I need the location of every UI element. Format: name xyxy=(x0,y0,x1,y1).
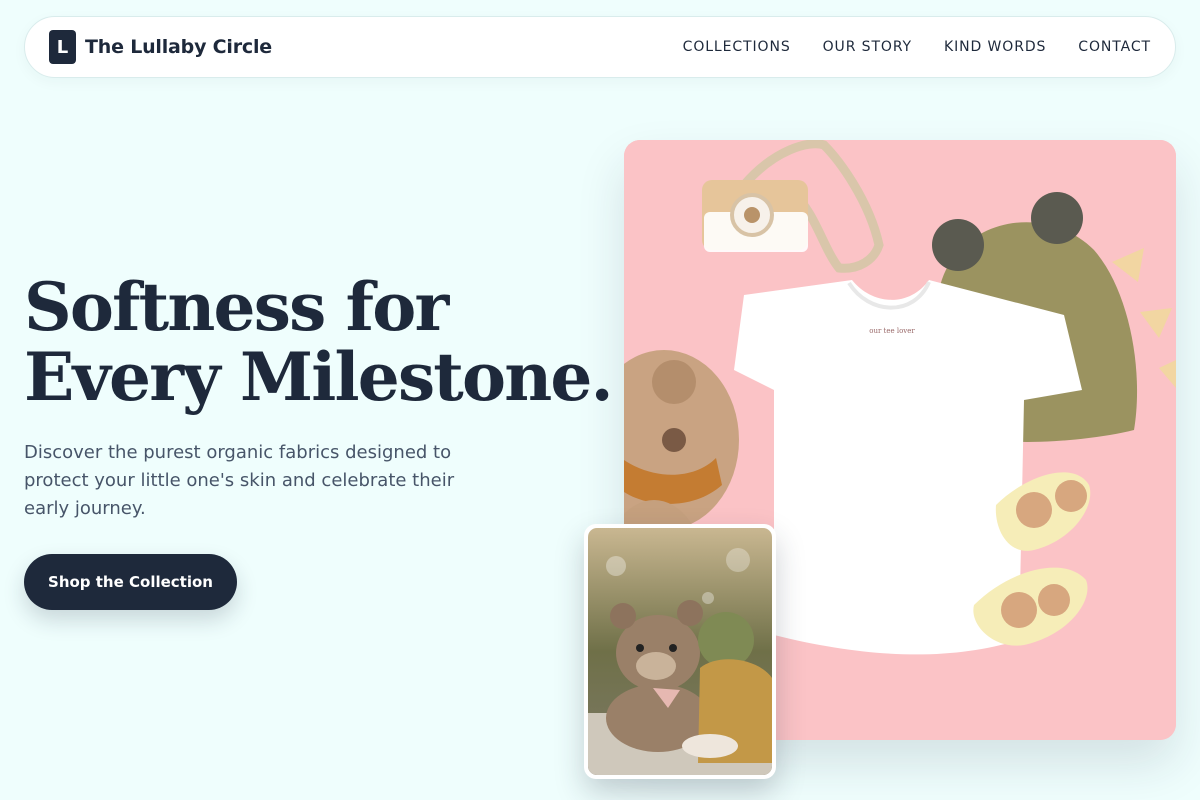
hero-subtitle: Discover the purest organic fabrics desi… xyxy=(24,442,455,519)
top-navigation-bar: L The Lullaby Circle COLLECTIONS OUR STO… xyxy=(24,16,1176,78)
hero-title: Softness for Every Milestone. xyxy=(24,268,614,416)
baby-with-teddy-photo-frame xyxy=(588,528,772,775)
brand-logo-icon: L xyxy=(49,30,76,64)
shop-collection-button[interactable]: Shop the Collection xyxy=(24,554,237,610)
landing-page: L The Lullaby Circle COLLECTIONS OUR STO… xyxy=(0,0,1200,800)
brand[interactable]: L The Lullaby Circle xyxy=(49,30,272,64)
nav-links: COLLECTIONS OUR STORY KIND WORDS CONTACT xyxy=(683,39,1151,55)
nav-link-collections[interactable]: COLLECTIONS xyxy=(683,39,791,55)
nav-link-our-story[interactable]: OUR STORY xyxy=(823,39,912,55)
tshirt-tag: our tee lover xyxy=(869,327,915,335)
nav-link-contact[interactable]: CONTACT xyxy=(1078,39,1151,55)
hero-title-line-1: Softness for xyxy=(24,268,449,346)
hero-title-line-2: Every Milestone. xyxy=(24,338,614,416)
baby-with-teddy-photo xyxy=(584,524,776,779)
baby-with-teddy-illustration xyxy=(588,528,772,775)
brand-name: The Lullaby Circle xyxy=(85,36,272,58)
nav-link-kind-words[interactable]: KIND WORDS xyxy=(944,39,1046,55)
